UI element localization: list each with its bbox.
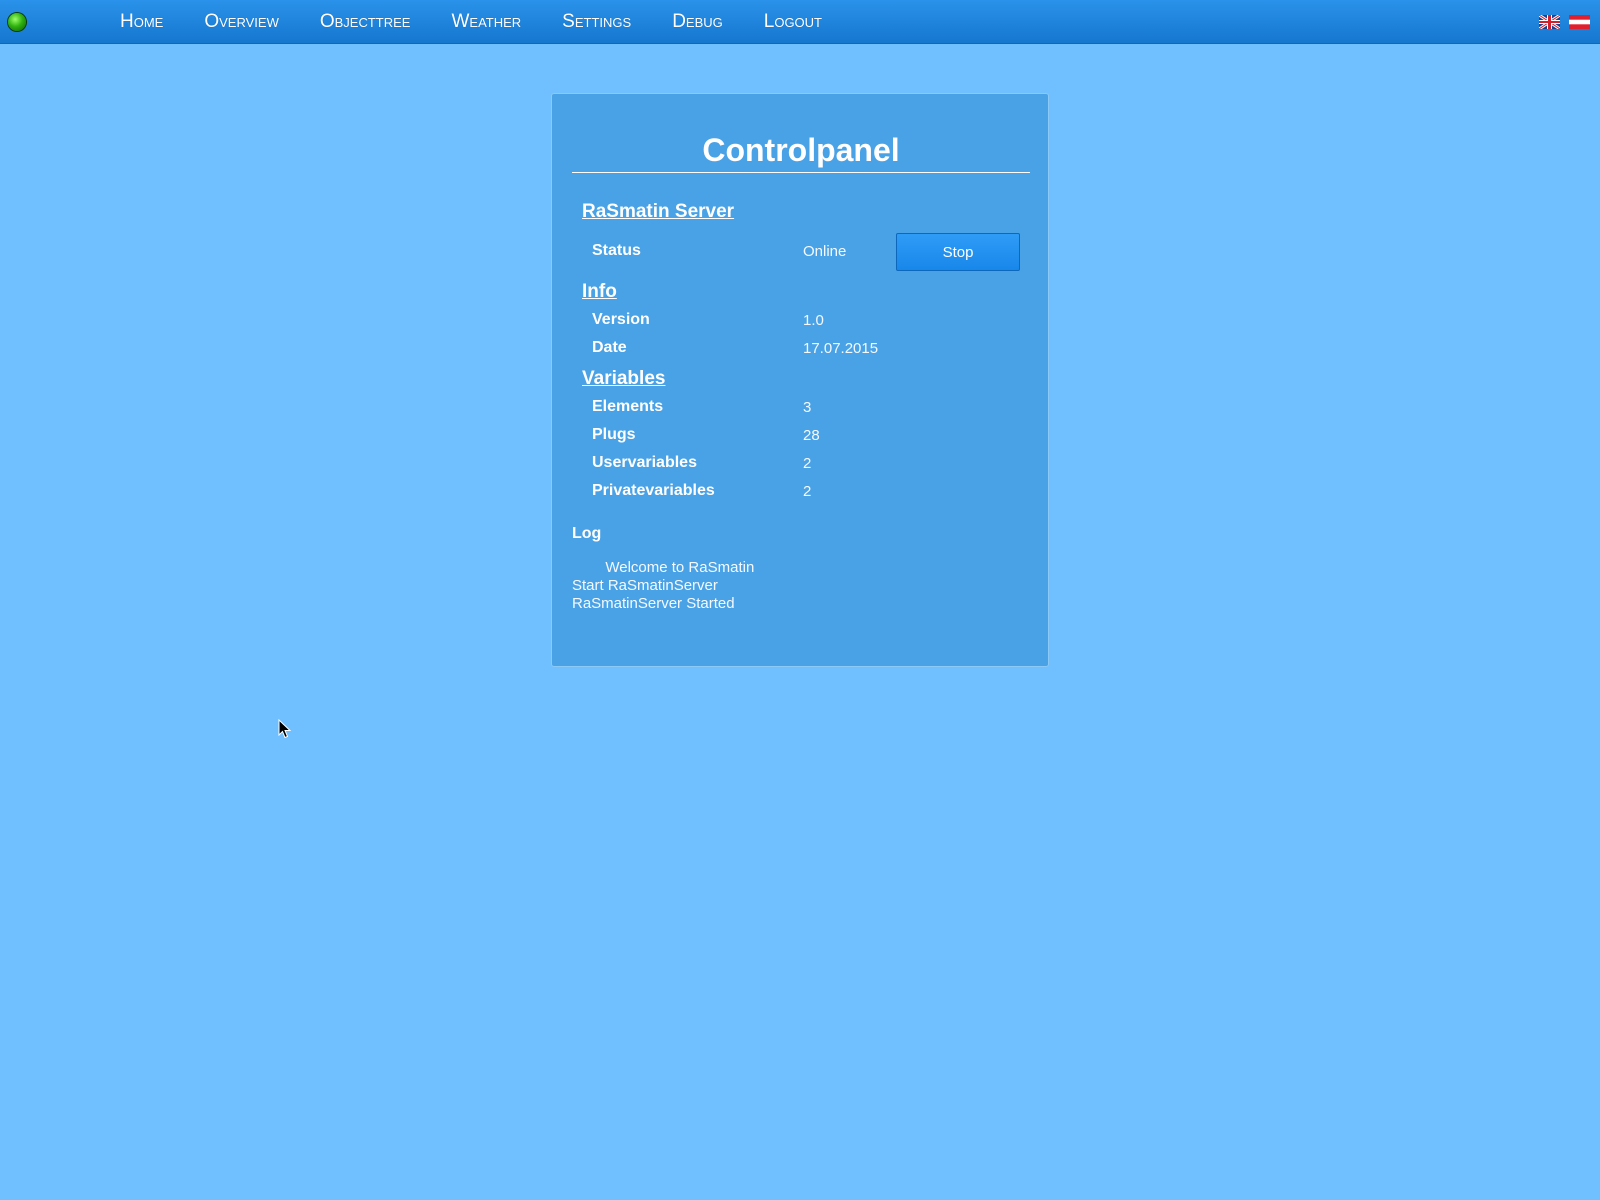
uservariables-label: Uservariables bbox=[592, 454, 697, 471]
date-label: Date bbox=[592, 339, 627, 356]
log-line: Welcome to RaSmatin bbox=[572, 559, 755, 576]
version-value: 1.0 bbox=[803, 312, 824, 329]
uservariables-value: 2 bbox=[803, 455, 812, 472]
page-title: Controlpanel bbox=[702, 132, 900, 168]
privatevariables-value: 2 bbox=[803, 483, 812, 500]
top-navigation-bar: Home Overview Objecttree Weather Setting… bbox=[0, 0, 1600, 44]
main-nav: Home Overview Objecttree Weather Setting… bbox=[120, 0, 863, 43]
status-led-icon bbox=[8, 13, 26, 31]
plugs-label: Plugs bbox=[592, 426, 636, 443]
mouse-cursor-icon bbox=[278, 719, 292, 739]
nav-settings[interactable]: Settings bbox=[562, 11, 631, 33]
server-section-heading[interactable]: RaSmatin Server bbox=[582, 201, 734, 223]
log-line: RaSmatinServer Started bbox=[572, 595, 735, 612]
elements-value: 3 bbox=[803, 399, 812, 416]
log-label: Log bbox=[572, 525, 602, 542]
nav-overview[interactable]: Overview bbox=[204, 11, 279, 33]
plugs-value: 28 bbox=[803, 427, 820, 444]
title-divider bbox=[572, 172, 1030, 173]
controlpanel-card: Controlpanel RaSmatin Server Status Onli… bbox=[551, 93, 1049, 667]
stop-button[interactable]: Stop bbox=[896, 233, 1020, 271]
status-label: Status bbox=[592, 242, 641, 259]
uk-flag-icon[interactable] bbox=[1539, 15, 1560, 29]
date-value: 17.07.2015 bbox=[803, 340, 879, 357]
version-label: Version bbox=[592, 311, 650, 328]
log-line: Start RaSmatinServer bbox=[572, 577, 718, 594]
nav-logout[interactable]: Logout bbox=[764, 11, 822, 33]
info-section-heading[interactable]: Info bbox=[582, 281, 617, 303]
privatevariables-label: Privatevariables bbox=[592, 482, 715, 499]
nav-home[interactable]: Home bbox=[120, 11, 163, 33]
elements-label: Elements bbox=[592, 398, 664, 415]
nav-objecttree[interactable]: Objecttree bbox=[320, 11, 411, 33]
language-switcher bbox=[1539, 15, 1590, 29]
nav-weather[interactable]: Weather bbox=[451, 11, 521, 33]
status-value: Online bbox=[803, 243, 847, 260]
austria-flag-icon[interactable] bbox=[1569, 15, 1590, 29]
nav-debug[interactable]: Debug bbox=[672, 11, 723, 33]
log-output: Welcome to RaSmatin Start RaSmatinServer… bbox=[572, 559, 754, 613]
variables-section-heading[interactable]: Variables bbox=[582, 368, 665, 390]
